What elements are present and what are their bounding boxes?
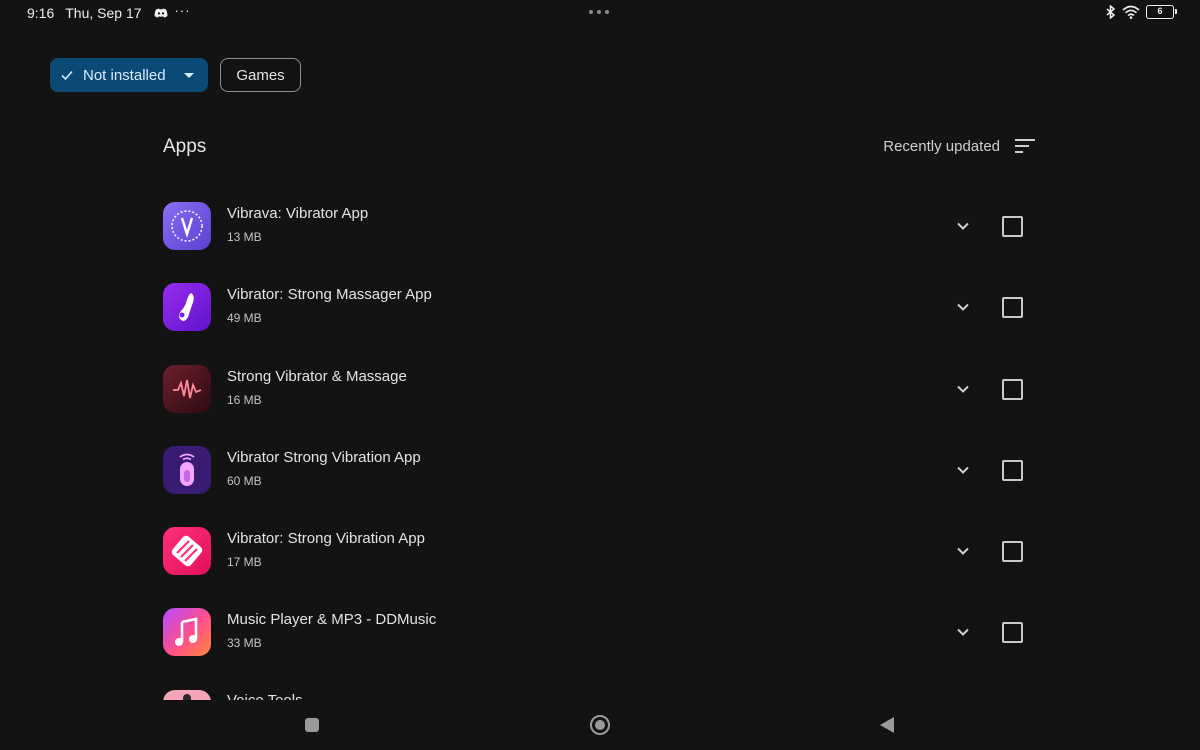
bluetooth-icon <box>1106 5 1116 19</box>
select-checkbox[interactable] <box>1002 216 1023 237</box>
app-name: Voice Tools <box>227 692 303 700</box>
status-bar-right: 6 <box>1106 5 1177 19</box>
discord-icon <box>154 8 167 18</box>
app-row[interactable]: Music Player & MP3 - DDMusic 33 MB <box>163 608 1043 668</box>
battery-icon: 6 <box>1146 5 1177 19</box>
sort-button[interactable]: Recently updated <box>883 138 1000 155</box>
voice-tools-icon <box>163 690 211 700</box>
status-bar-left: 9:16 Thu, Sep 17 ··· <box>27 3 191 21</box>
app-size: 60 MB <box>227 474 262 488</box>
app-row[interactable]: Vibrator: Strong Massager App 49 MB <box>163 283 1043 343</box>
strong-vibration-icon <box>163 527 211 575</box>
filter-chip-games[interactable]: Games <box>220 58 301 92</box>
filter-chip-label: Games <box>236 66 285 84</box>
recents-icon[interactable] <box>305 718 319 732</box>
vibrator-massager-icon <box>163 283 211 331</box>
back-icon[interactable] <box>880 717 894 733</box>
app-size: 49 MB <box>227 311 262 325</box>
app-size: 13 MB <box>227 230 262 244</box>
select-checkbox[interactable] <box>1002 379 1023 400</box>
dropdown-caret-icon <box>184 73 194 78</box>
music-player-icon <box>163 608 211 656</box>
select-checkbox[interactable] <box>1002 297 1023 318</box>
app-name: Vibrava: Vibrator App <box>227 205 369 222</box>
strong-vibrator-icon <box>163 365 211 413</box>
status-date: Thu, Sep 17 <box>65 5 142 21</box>
app-name: Music Player & MP3 - DDMusic <box>227 611 437 628</box>
app-row[interactable]: Voice Tools <box>163 690 563 700</box>
filter-chip-label: Not installed <box>83 66 166 84</box>
app-size: 17 MB <box>227 555 262 569</box>
app-name: Vibrator: Strong Vibration App <box>227 530 425 547</box>
app-name: Vibrator Strong Vibration App <box>227 449 421 466</box>
chevron-down-icon[interactable] <box>955 381 971 397</box>
chevron-down-icon[interactable] <box>955 624 971 640</box>
select-checkbox[interactable] <box>1002 541 1023 562</box>
chevron-down-icon[interactable] <box>955 218 971 234</box>
select-checkbox[interactable] <box>1002 622 1023 643</box>
chevron-down-icon[interactable] <box>955 462 971 478</box>
chevron-down-icon[interactable] <box>955 299 971 315</box>
status-time: 9:16 <box>27 5 55 21</box>
check-icon <box>61 70 73 81</box>
status-bar: 9:16 Thu, Sep 17 ··· 6 <box>0 0 1200 26</box>
app-row[interactable]: Strong Vibrator & Massage 16 MB <box>163 365 1043 425</box>
filter-chip-not-installed[interactable]: Not installed <box>50 58 208 92</box>
app-name: Strong Vibrator & Massage <box>227 368 407 385</box>
section-title: Apps <box>163 136 207 157</box>
select-checkbox[interactable] <box>1002 460 1023 481</box>
app-name: Vibrator: Strong Massager App <box>227 286 432 303</box>
app-row[interactable]: Vibrator Strong Vibration App 60 MB <box>163 446 1043 506</box>
app-row[interactable]: Vibrava: Vibrator App 13 MB <box>163 202 1043 262</box>
app-row[interactable]: Vibrator: Strong Vibration App 17 MB <box>163 527 1043 587</box>
app-size: 33 MB <box>227 636 262 650</box>
chevron-down-icon[interactable] <box>955 543 971 559</box>
home-icon[interactable] <box>590 715 610 735</box>
app-size: 16 MB <box>227 393 262 407</box>
vibration-app-icon <box>163 446 211 494</box>
sort-icon[interactable] <box>1015 138 1035 154</box>
status-more: ··· <box>174 3 191 18</box>
vibrava-icon <box>163 202 211 250</box>
window-handle-icon[interactable] <box>589 10 609 14</box>
navigation-bar <box>0 700 1200 750</box>
wifi-icon <box>1122 5 1140 19</box>
